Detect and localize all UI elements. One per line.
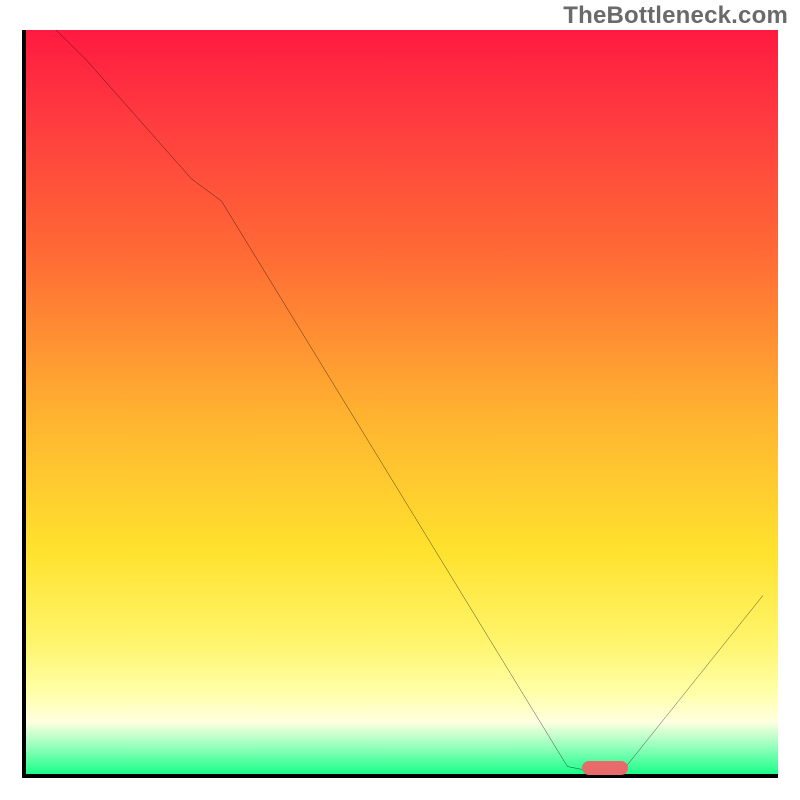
plot-area: [22, 30, 778, 778]
chart-container: TheBottleneck.com: [0, 0, 800, 800]
watermark-text: TheBottleneck.com: [563, 2, 788, 30]
optimum-marker: [582, 761, 627, 775]
curve-svg: [26, 30, 778, 774]
curve-path: [26, 30, 763, 774]
